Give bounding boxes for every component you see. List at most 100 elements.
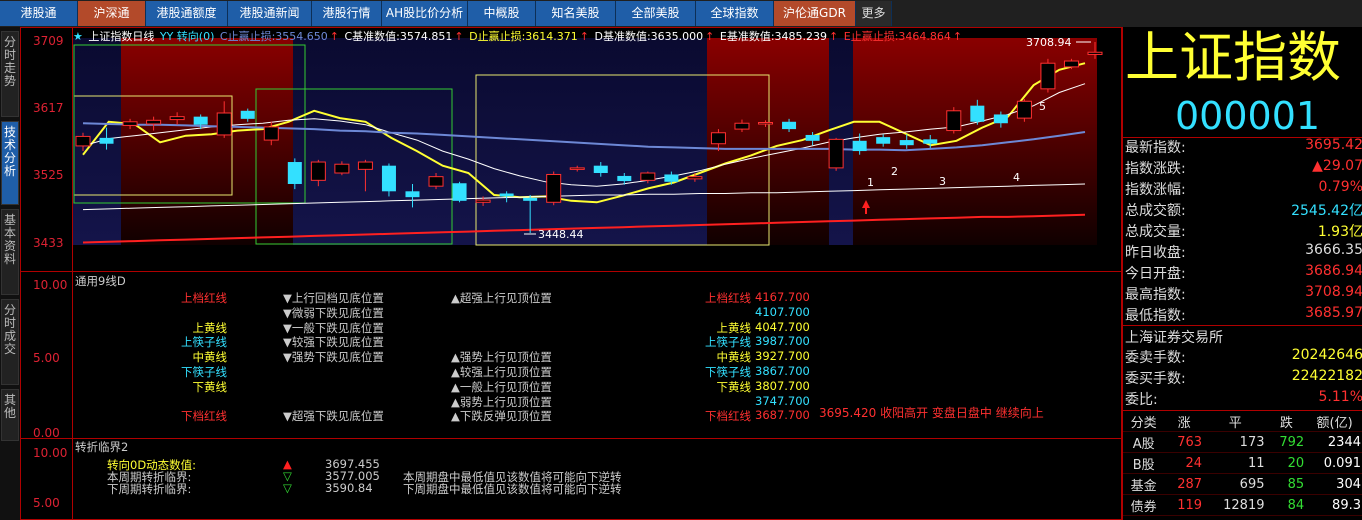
stats-amount: 2344 xyxy=(1306,431,1362,453)
legend-title: 上证指数日线 xyxy=(88,30,155,43)
side-tab-2[interactable]: 基本资料 xyxy=(1,209,19,295)
panel-divider-1 xyxy=(21,271,1121,272)
order-value: 5.11% xyxy=(1318,389,1362,405)
quote-row: 最高指数: 3708.94 xyxy=(1123,284,1362,305)
signal-comment: 3695.420 收阳高开 变盘日盘中 继续向上 xyxy=(819,406,1044,420)
candle-body xyxy=(1016,100,1032,119)
market-breadth-table: 分类涨平跌额(亿) A股 763 173 792 2344 B股 24 11 20 0.091 基金 2… xyxy=(1123,411,1362,516)
wave-label: 3 xyxy=(939,175,946,188)
chart-legend: ★ 上证指数日线 YY 转向(0) C止赢止损:3554.650 ↑ C基准数值:… xyxy=(73,28,964,44)
candle-body xyxy=(546,173,562,203)
legend-e-base: E基准数值:3485.239 xyxy=(719,30,828,43)
quote-key: 最新指数: xyxy=(1125,140,1186,156)
candle-body xyxy=(381,165,396,192)
candle-body xyxy=(428,176,444,187)
tab-9[interactable]: 全球指数 xyxy=(696,1,774,26)
candlestick-chart[interactable]: 3708.94 3448.44 1 2 3 4 5 xyxy=(21,28,1121,273)
p3-tick-5: 5.00 xyxy=(33,496,60,510)
low-price-label: 3448.44 xyxy=(538,228,584,241)
tab-4[interactable]: 港股行情 xyxy=(312,1,382,26)
bottom-position-label: ▼微弱下跌见底位置 xyxy=(283,305,384,320)
chart-area: 3708.94 3448.44 1 2 3 4 5 ★ 上证指数日线 YY 转向(0) C止… xyxy=(20,27,1122,520)
quote-value: 0.79% xyxy=(1318,179,1362,195)
side-tab-1[interactable]: 技术分析 xyxy=(1,121,19,205)
tab-5[interactable]: AH股比价分析 xyxy=(382,1,468,26)
stats-category: B股 xyxy=(1123,452,1165,474)
tab-10[interactable]: 沪伦通GDR xyxy=(774,1,856,26)
stats-header-cell: 涨 xyxy=(1164,411,1205,432)
bottom-position-label: ▼较强下跌见底位置 xyxy=(283,335,384,350)
candle-body xyxy=(1063,60,1079,68)
tab-8[interactable]: 全部美股 xyxy=(616,1,696,26)
candle-body xyxy=(75,135,91,147)
quote-row: 今日开盘: 3686.94 xyxy=(1123,263,1362,284)
top-position-label: ▲强势上行见顶位置 xyxy=(451,350,552,365)
quote-key: 总成交额: xyxy=(1125,203,1186,219)
stats-up: 119 xyxy=(1164,494,1205,516)
legend-d-stop: D止赢止损:3614.371 xyxy=(469,30,578,43)
exchange-divider xyxy=(1123,325,1362,326)
tab-2[interactable]: 港股通额度 xyxy=(146,1,228,26)
side-tab-0[interactable]: 分时走势 xyxy=(1,31,19,117)
tab-11[interactable]: 更多 xyxy=(856,1,892,26)
stats-row: A股 763 173 792 2344 xyxy=(1123,431,1362,453)
quote-row: 指数涨跌: ▲29.07 xyxy=(1123,158,1362,179)
candle-body xyxy=(452,183,467,201)
stats-header-cell: 平 xyxy=(1204,411,1267,432)
order-key: 委买手数: xyxy=(1125,371,1186,387)
candle-body xyxy=(617,175,632,182)
quote-key: 最高指数: xyxy=(1125,287,1186,303)
wave-label: 4 xyxy=(1013,171,1020,184)
stats-amount: 0.091 xyxy=(1306,452,1362,474)
candle-body xyxy=(946,110,962,132)
candle-body xyxy=(852,140,867,152)
p2-tick-5: 5.00 xyxy=(33,351,60,365)
stats-down: 20 xyxy=(1266,452,1307,474)
candle-body xyxy=(240,110,255,119)
p2-tick-10: 10.00 xyxy=(33,278,68,292)
zone-red xyxy=(121,38,293,245)
stats-flat: 695 xyxy=(1204,473,1267,495)
nine-line-label: 上黄线 xyxy=(192,320,228,335)
side-tab-3[interactable]: 分时成交 xyxy=(1,299,19,385)
quote-value: 3686.94 xyxy=(1305,263,1362,279)
order-row: 委买手数: 22422182 xyxy=(1123,368,1362,389)
y-tick-3525: 3525 xyxy=(33,168,64,182)
tab-0[interactable]: 港股通 xyxy=(0,1,78,26)
quote-key: 最低指数: xyxy=(1125,308,1186,324)
tab-7[interactable]: 知名美股 xyxy=(536,1,616,26)
turning-value: 3590.84 xyxy=(325,481,373,495)
candle-body xyxy=(310,161,326,181)
nine-line-value-label: 下筷子线 xyxy=(705,365,751,379)
legend-e-stop: E止赢止损:3464.864 xyxy=(843,30,951,43)
candle-body xyxy=(405,191,420,198)
stats-up: 763 xyxy=(1164,431,1205,453)
candle-body xyxy=(523,197,538,201)
tab-3[interactable]: 港股通新闻 xyxy=(228,1,312,26)
candle-body xyxy=(216,112,232,136)
quote-value: 3685.97 xyxy=(1305,305,1362,321)
high-price-label: 3708.94 xyxy=(1026,36,1072,49)
tab-6[interactable]: 中概股 xyxy=(468,1,536,26)
stats-header-cell: 分类 xyxy=(1123,411,1165,432)
stats-row: B股 24 11 20 0.091 xyxy=(1123,452,1362,474)
side-tab-4[interactable]: 其他 xyxy=(1,389,19,441)
quote-row: 最新指数: 3695.42 xyxy=(1123,137,1362,158)
stats-down: 85 xyxy=(1266,473,1307,495)
p3-tick-10: 10.00 xyxy=(33,446,68,460)
order-key: 委比: xyxy=(1125,392,1158,408)
y-tick-3433: 3433 xyxy=(33,236,64,250)
tab-1[interactable]: 沪深通 xyxy=(78,1,146,26)
wave-label: 2 xyxy=(891,165,898,178)
quote-value: ▲29.07 xyxy=(1312,158,1362,174)
candle-body xyxy=(287,162,302,184)
stats-header-cell: 跌 xyxy=(1266,411,1307,432)
top-position-label: ▲较强上行见顶位置 xyxy=(451,365,552,379)
stats-up: 24 xyxy=(1164,452,1205,474)
panel3-title: 转折临界2 xyxy=(75,440,129,454)
quote-value: 3708.94 xyxy=(1305,284,1362,300)
quote-key: 指数涨跌: xyxy=(1125,161,1186,177)
legend-c-stop-arrow: ↑ xyxy=(329,30,339,43)
turning-arrow-icon: ▽ xyxy=(283,481,292,495)
candle-body xyxy=(475,199,491,203)
